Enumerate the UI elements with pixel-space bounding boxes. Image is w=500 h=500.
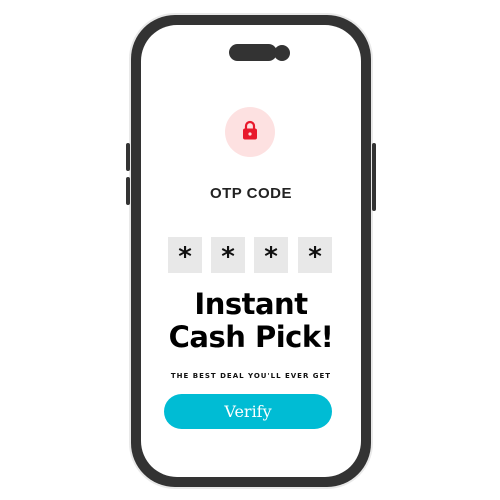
power-button bbox=[372, 143, 376, 211]
promo-headline: Instant Cash Pick! bbox=[141, 288, 361, 354]
headline-line-2: Cash Pick! bbox=[168, 320, 334, 354]
volume-up-button bbox=[126, 143, 130, 171]
promo-tagline: THE BEST DEAL YOU'LL EVER GET bbox=[170, 372, 332, 380]
headline-line-1: Instant bbox=[194, 287, 308, 321]
lock-icon bbox=[241, 120, 259, 145]
otp-digit-3[interactable]: * bbox=[254, 237, 288, 273]
otp-digit-1[interactable]: * bbox=[168, 237, 202, 273]
otp-digit-2[interactable]: * bbox=[211, 237, 245, 273]
front-camera bbox=[274, 45, 290, 61]
otp-title: OTP CODE bbox=[209, 185, 293, 202]
dynamic-island bbox=[229, 44, 277, 61]
lock-badge bbox=[225, 107, 275, 157]
verify-button[interactable]: Verify bbox=[164, 394, 332, 429]
volume-down-button bbox=[126, 177, 130, 205]
otp-digit-4[interactable]: * bbox=[298, 237, 332, 273]
phone-frame: OTP CODE * * * * Instant Cash Pick! THE … bbox=[131, 15, 371, 487]
phone-screen: OTP CODE * * * * Instant Cash Pick! THE … bbox=[141, 25, 361, 477]
